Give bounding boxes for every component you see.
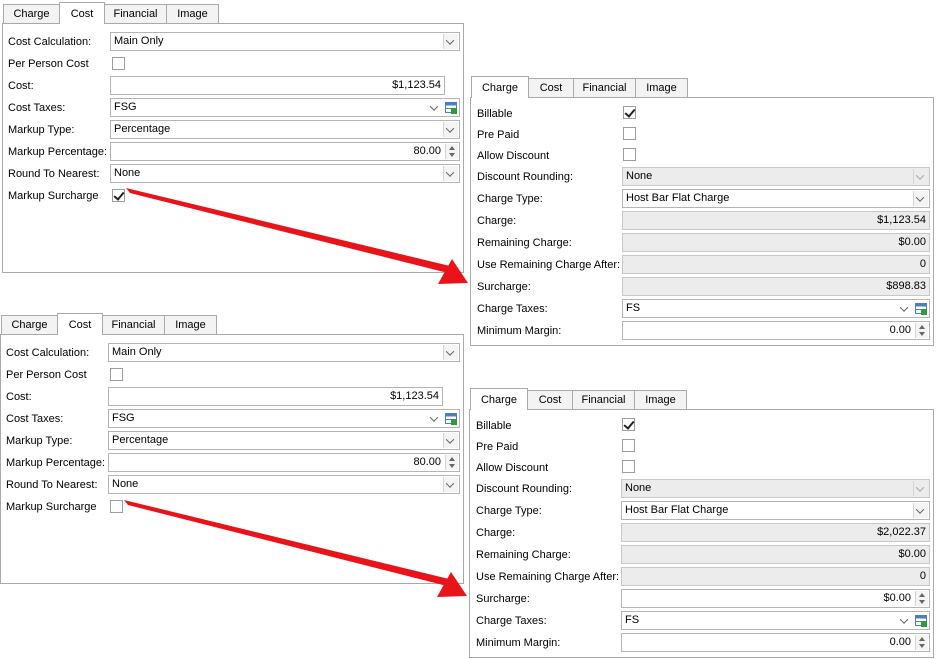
annotation-arrows	[124, 188, 468, 597]
tab-charge[interactable]: Charge	[470, 388, 528, 410]
arrow-surcharge-checked	[126, 188, 468, 284]
arrow-shaft	[126, 188, 450, 273]
arrow-surcharge-unchecked	[124, 500, 467, 597]
tab-cost[interactable]: Cost	[59, 2, 105, 24]
arrow-shaft	[124, 500, 449, 586]
tab-cost[interactable]: Cost	[57, 313, 103, 335]
tab-charge[interactable]: Charge	[471, 76, 529, 98]
